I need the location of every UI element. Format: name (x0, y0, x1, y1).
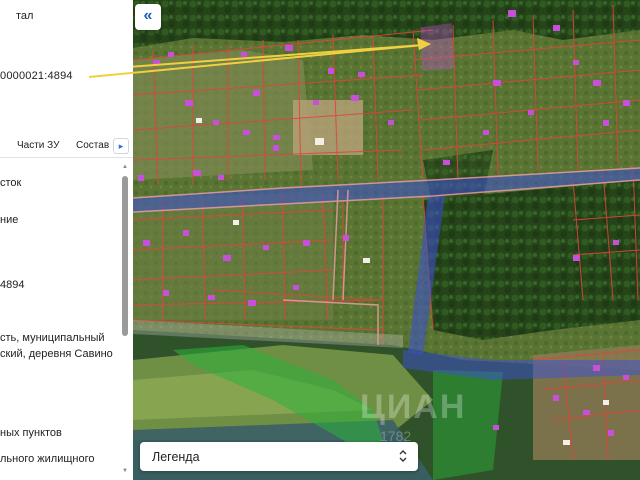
legend-dropdown[interactable]: Легенда (140, 442, 418, 471)
field-status: ние (0, 214, 19, 226)
tab-parts[interactable]: Части ЗУ (17, 140, 59, 151)
cadastral-map-screen: тал 0000021:4894 Части ЗУ Состав ▸ сток … (0, 0, 640, 480)
scroll-down-icon[interactable]: ▼ (121, 468, 129, 476)
parcel-info-panel: тал 0000021:4894 Части ЗУ Состав ▸ сток … (0, 0, 133, 480)
scroll-thumb[interactable] (122, 176, 128, 336)
collapse-panel-button[interactable]: « (135, 4, 161, 30)
legend-label: Легенда (152, 450, 200, 464)
panel-tabs: Части ЗУ Состав ▸ (0, 136, 133, 158)
field-address-line1: сть, муниципальный (0, 332, 105, 344)
watermark-logo: ЦИАН (360, 388, 467, 426)
field-address-line2: ский, деревня Савино (0, 348, 113, 360)
field-category: ных пунктов (0, 427, 62, 439)
chevron-right-icon[interactable]: ▸ (113, 138, 129, 154)
updown-chevron-icon (399, 450, 407, 462)
double-chevron-left-icon: « (143, 7, 153, 24)
scroll-up-icon[interactable]: ▲ (121, 164, 129, 172)
tab-composition[interactable]: Состав (76, 140, 109, 151)
field-usage: льного жилищного (0, 453, 95, 465)
field-type: сток (0, 177, 22, 189)
panel-scrollbar[interactable]: ▲ ▼ (121, 164, 129, 476)
field-number: 4894 (0, 279, 25, 291)
cadastral-number: 0000021:4894 (0, 70, 73, 82)
panel-title: тал (16, 10, 34, 22)
